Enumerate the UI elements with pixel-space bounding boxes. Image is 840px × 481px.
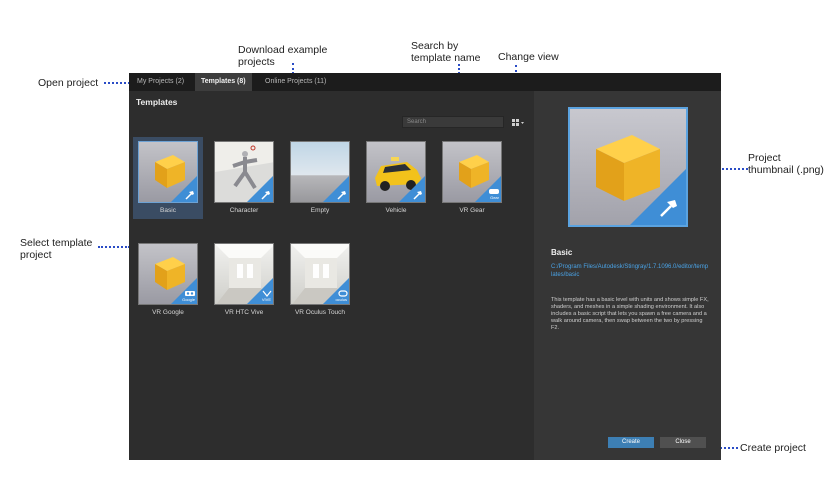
hammer-icon — [261, 191, 270, 200]
hammer-icon — [413, 191, 422, 200]
vr-headset-icon — [489, 189, 499, 194]
badge-gear-text: Gear — [490, 195, 499, 200]
template-vr-htc-vive[interactable]: VIVE VR HTC Vive — [209, 239, 279, 321]
hammer-icon — [185, 191, 194, 200]
callout-select-line1: Select template — [20, 237, 93, 249]
callout-download-example: Download example projects — [238, 44, 327, 68]
template-thumbnail: oculus — [290, 243, 350, 305]
callout-thumbnail: Project thumbnail (.png) — [748, 152, 824, 176]
template-empty[interactable]: Empty — [285, 137, 355, 219]
hammer-icon — [660, 200, 677, 217]
tab-templates[interactable]: Templates (8) — [195, 73, 252, 91]
template-thumbnail — [214, 141, 274, 203]
panel-heading: Templates — [136, 97, 178, 107]
callout-search-line2: template name — [411, 52, 481, 64]
callout-search: Search by template name — [411, 40, 480, 64]
badge-vive-text: VIVE — [261, 297, 271, 302]
template-title: Basic — [551, 248, 573, 257]
callout-thumbnail-line1: Project — [748, 152, 781, 164]
template-thumbnail — [138, 141, 198, 203]
template-thumbnail — [290, 141, 350, 203]
template-label: VR HTC Vive — [224, 309, 264, 316]
callout-search-line1: Search by — [411, 40, 459, 52]
badge-oculus-text: oculus — [335, 297, 347, 302]
tab-bar: My Projects (2) Templates (8) Online Pro… — [129, 73, 721, 91]
template-label: Empty — [310, 207, 330, 214]
callout-open-project: Open project — [38, 77, 99, 89]
template-vehicle[interactable]: Vehicle — [361, 137, 431, 219]
search-input[interactable]: Search — [402, 116, 504, 128]
template-path-link[interactable]: C:/Program Files/Autodesk/Stingray/1.7.1… — [551, 263, 709, 279]
callout-thumbnail-line — [722, 168, 748, 170]
create-button[interactable]: Create — [608, 437, 654, 448]
callout-select-template: Select template project — [20, 237, 92, 261]
callout-download-line1: Download example — [238, 44, 328, 56]
template-thumbnail: VIVE — [214, 243, 274, 305]
tab-my-projects[interactable]: My Projects (2) — [131, 73, 190, 91]
hammer-icon — [337, 191, 346, 200]
template-basic[interactable]: Basic — [133, 137, 203, 219]
callout-change-view: Change view — [498, 51, 559, 63]
details-panel: Basic C:/Program Files/Autodesk/Stingray… — [534, 91, 721, 460]
template-label: VR Google — [152, 309, 184, 316]
template-label: Basic — [160, 207, 176, 214]
cardboard-icon — [185, 291, 195, 296]
oculus-icon — [338, 290, 348, 297]
close-button[interactable]: Close — [660, 437, 706, 448]
callout-thumbnail-line2: thumbnail (.png) — [748, 164, 824, 176]
template-character[interactable]: Character — [209, 137, 279, 219]
change-view-button[interactable] — [510, 116, 526, 128]
project-thumbnail — [568, 107, 688, 227]
callout-create-project: Create project — [740, 442, 806, 454]
template-vr-oculus-touch[interactable]: oculus VR Oculus Touch — [285, 239, 355, 321]
template-description: This template has a basic level with uni… — [551, 297, 709, 331]
template-label: VR Oculus Touch — [294, 309, 346, 316]
template-thumbnail: Google — [138, 243, 198, 305]
tab-online-projects[interactable]: Online Projects (11) — [259, 73, 332, 91]
template-label: VR Gear — [459, 207, 485, 214]
template-thumbnail: Gear — [442, 141, 502, 203]
template-vr-gear[interactable]: Gear VR Gear — [437, 137, 507, 219]
callout-select-line2: project — [20, 249, 52, 261]
template-label: Character — [229, 207, 259, 214]
project-manager-window: My Projects (2) Templates (8) Online Pro… — [129, 73, 721, 460]
vive-icon — [262, 290, 272, 297]
badge-google-text: Google — [182, 297, 195, 302]
grid-view-icon — [512, 119, 524, 126]
templates-panel: Templates Search Basic Character Empty V… — [129, 91, 534, 460]
template-vr-google[interactable]: Google VR Google — [133, 239, 203, 321]
callout-open-project-line — [104, 82, 130, 84]
template-thumbnail — [366, 141, 426, 203]
template-label: Vehicle — [385, 207, 407, 214]
callout-select-line — [98, 246, 130, 248]
callout-download-line2: projects — [238, 56, 275, 68]
